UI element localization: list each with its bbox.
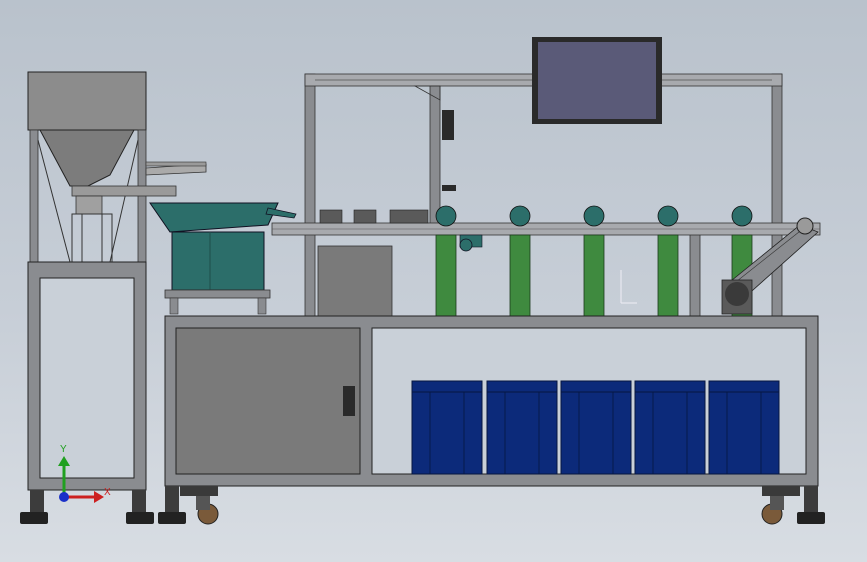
bin-5 [708,380,780,475]
bin-3 [560,380,632,475]
cad-viewport[interactable]: Y X [0,0,867,562]
bin-1 [411,380,483,475]
x-axis-label: X [104,487,111,498]
mini-axis-icon [620,270,637,304]
monitor [532,37,662,124]
bin-2 [486,380,558,475]
bin-4 [634,380,706,475]
control-box [317,245,393,317]
machine-assembly-drawing: Y X [20,37,825,525]
collection-bins [411,380,780,475]
caster-right [761,486,800,525]
leveling-feet [158,486,825,524]
vibratory-bowl-feeder [149,202,297,315]
y-axis-label: Y [60,444,67,455]
